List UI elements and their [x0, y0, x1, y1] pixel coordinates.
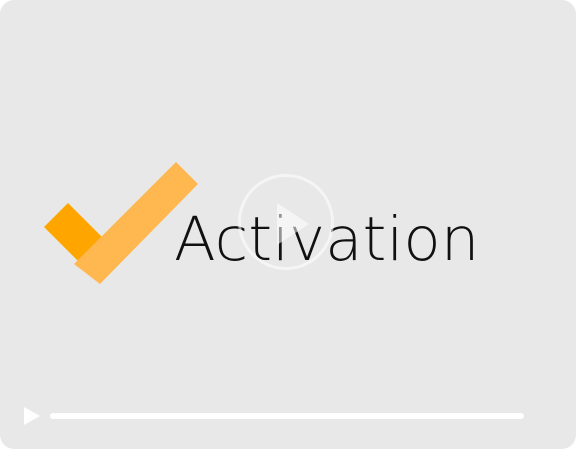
video-player[interactable]: Activation — [0, 0, 576, 449]
progress-bar[interactable] — [50, 413, 524, 419]
player-controls — [0, 400, 576, 436]
play-icon[interactable] — [24, 407, 40, 425]
play-circle-icon[interactable] — [238, 174, 334, 270]
play-triangle-icon — [277, 203, 309, 245]
